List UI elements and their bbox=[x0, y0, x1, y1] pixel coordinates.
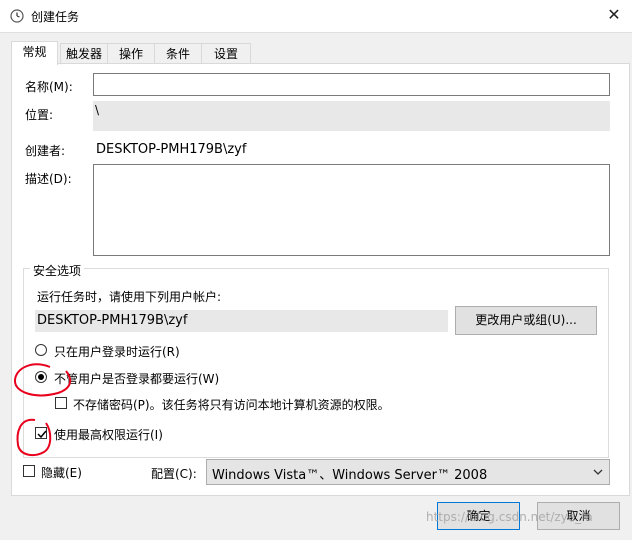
location-value: \ bbox=[95, 103, 100, 117]
run-as-label: 运行任务时，请使用下列用户帐户: bbox=[37, 290, 222, 304]
run-logged-on-label[interactable]: 只在用户登录时运行(R) bbox=[54, 343, 180, 360]
tab-settings[interactable]: 设置 bbox=[201, 43, 251, 64]
close-icon[interactable]: ✕ bbox=[604, 5, 624, 25]
location-field: \ bbox=[93, 101, 610, 131]
author-value: DESKTOP-PMH179B\zyf bbox=[96, 142, 247, 157]
name-input[interactable] bbox=[93, 73, 610, 96]
title-bar: 创建任务 ✕ bbox=[0, 0, 632, 33]
author-label: 创建者: bbox=[25, 144, 66, 158]
run-whether-logged-label[interactable]: 不管用户是否登录都要运行(W) bbox=[54, 370, 219, 387]
highest-privileges-checkbox[interactable] bbox=[35, 427, 47, 439]
run-as-value: DESKTOP-PMH179B\zyf bbox=[37, 313, 188, 328]
radio-selected-dot bbox=[38, 374, 44, 380]
name-label: 名称(M): bbox=[25, 80, 73, 94]
tab-conditions[interactable]: 条件 bbox=[154, 43, 202, 64]
config-value: Windows Vista™、Windows Server™ 2008 bbox=[212, 468, 488, 483]
location-label: 位置: bbox=[25, 108, 54, 122]
highest-privileges-label[interactable]: 使用最高权限运行(I) bbox=[54, 426, 163, 443]
run-as-field: DESKTOP-PMH179B\zyf bbox=[35, 310, 448, 332]
hidden-label[interactable]: 隐藏(E) bbox=[41, 464, 82, 481]
change-user-button[interactable]: 更改用户或组(U)... bbox=[455, 306, 597, 335]
tab-triggers[interactable]: 触发器 bbox=[60, 43, 108, 64]
no-store-password-checkbox[interactable] bbox=[55, 397, 67, 409]
window-title: 创建任务 bbox=[31, 10, 80, 24]
config-select[interactable]: Windows Vista™、Windows Server™ 2008 bbox=[206, 459, 610, 485]
run-logged-on-radio[interactable] bbox=[35, 344, 47, 356]
description-textarea[interactable] bbox=[93, 164, 610, 256]
config-label: 配置(C): bbox=[151, 467, 197, 481]
description-label: 描述(D): bbox=[25, 172, 72, 186]
watermark: https://blog.csdn.net/zye_fa bbox=[426, 510, 593, 524]
run-whether-logged-radio[interactable] bbox=[35, 371, 47, 383]
tab-actions[interactable]: 操作 bbox=[107, 43, 155, 64]
chevron-down-icon bbox=[593, 469, 603, 475]
checkmark-icon bbox=[37, 430, 47, 439]
hidden-checkbox[interactable] bbox=[23, 465, 35, 477]
no-store-password-label[interactable]: 不存储密码(P)。该任务将只有访问本地计算机资源的权限。 bbox=[73, 396, 390, 413]
clock-icon bbox=[10, 9, 24, 23]
tab-general[interactable]: 常规 bbox=[11, 41, 58, 65]
security-options-legend: 安全选项 bbox=[30, 262, 85, 279]
